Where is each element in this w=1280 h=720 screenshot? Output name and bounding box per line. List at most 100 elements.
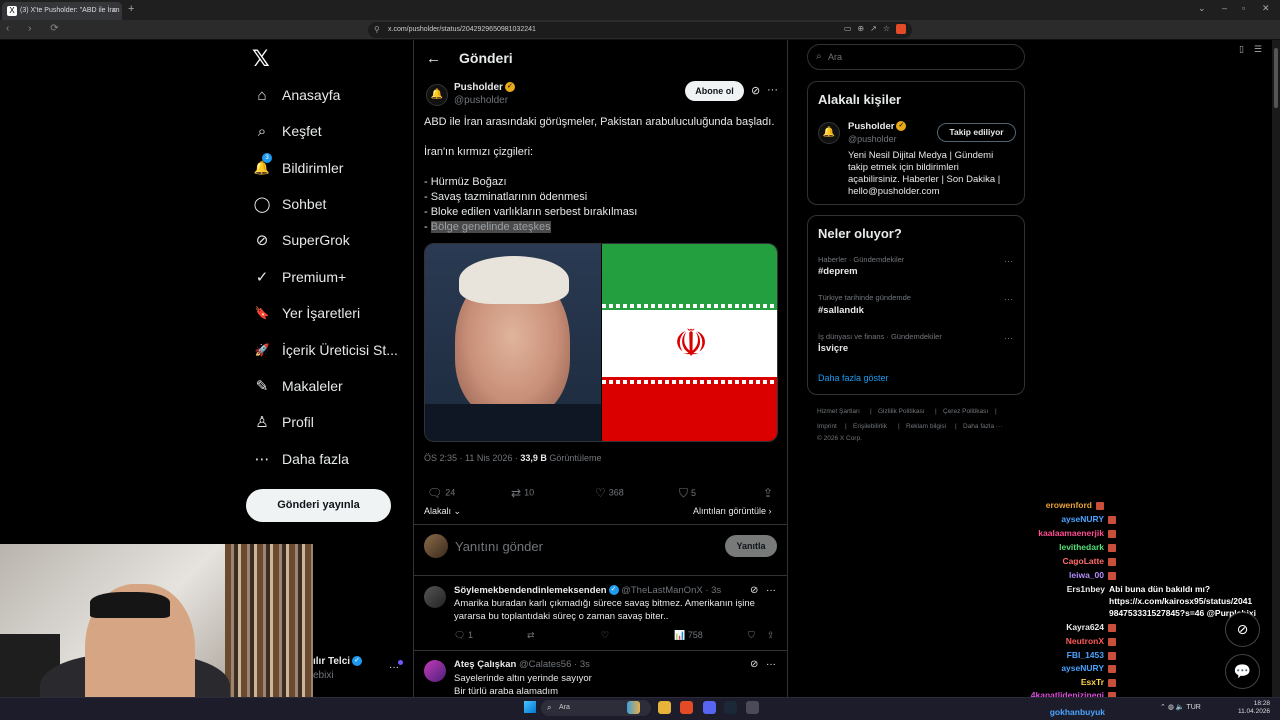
footer-link[interactable]: Daha fazla ··· xyxy=(963,423,1002,430)
steam-icon[interactable] xyxy=(724,701,737,714)
file-explorer-icon[interactable] xyxy=(658,701,671,714)
reply-avatar[interactable] xyxy=(424,660,446,682)
person-name[interactable]: Pusholder ✓ xyxy=(848,121,907,132)
new-tab-button[interactable]: + xyxy=(128,3,134,15)
show-more-link[interactable]: Daha fazla göster xyxy=(818,373,889,383)
sort-dropdown[interactable]: Alakalı ⌄ xyxy=(424,506,461,517)
chat-username: erowenford xyxy=(1045,500,1092,510)
reply-action[interactable]: 🗨 24 xyxy=(427,486,455,500)
brave-browser-icon[interactable] xyxy=(680,701,693,714)
reply-avatar[interactable] xyxy=(424,586,446,608)
x-logo-icon[interactable]: 𝕏 xyxy=(252,46,270,72)
view-quotes-link[interactable]: Alıntıları görüntüle › xyxy=(693,506,772,516)
scrollbar-thumb[interactable] xyxy=(1274,48,1278,108)
trend-more-icon[interactable]: ··· xyxy=(1004,256,1013,266)
reply-author[interactable]: Söylemekbendendinlemeksenden ✓ @TheLastMa… xyxy=(454,585,721,596)
footer-link[interactable]: Çerez Politikası xyxy=(943,408,988,415)
like-action[interactable]: ♡ 368 xyxy=(595,486,624,500)
discord-icon[interactable] xyxy=(703,701,716,714)
footer-link[interactable]: Reklam bilgisi xyxy=(906,423,946,430)
person-handle[interactable]: @pusholder xyxy=(848,134,897,144)
browser-menu-icons[interactable]: ▯☰ xyxy=(1239,44,1272,55)
nav-home[interactable]: ⌂ Anasayfa xyxy=(252,80,340,110)
windows-start-icon[interactable] xyxy=(524,701,536,713)
reply-views[interactable]: 📊 758 xyxy=(674,630,703,641)
bookmark-action[interactable]: ⛉ 5 xyxy=(679,486,696,501)
keyboard-language[interactable]: TUR xyxy=(1186,704,1200,711)
reply-input[interactable]: Yanıtını gönder xyxy=(455,539,543,554)
bookmark-icon[interactable]: ☆ xyxy=(883,24,896,33)
url-field[interactable]: ⚲ x.com/pusholder/status/204292965098103… xyxy=(368,22,912,38)
grok-icon[interactable]: ⊘ xyxy=(751,84,760,97)
author-handle[interactable]: @pusholder xyxy=(454,95,508,106)
minimize-icon[interactable]: – xyxy=(1222,3,1227,13)
close-window-icon[interactable]: ✕ xyxy=(1262,3,1270,14)
post-button[interactable]: Gönderi yayınla xyxy=(246,489,391,522)
search-input[interactable]: ⌕ Ara xyxy=(807,44,1025,70)
page-scrollbar[interactable] xyxy=(1272,40,1280,720)
footer-link[interactable]: Hizmet Şartları xyxy=(817,408,860,415)
tweet-media[interactable]: ☫ xyxy=(424,243,778,442)
repost-action[interactable]: ⇄ 10 xyxy=(511,486,534,500)
nav-more[interactable]: ⋯ Daha fazla xyxy=(252,444,349,474)
nav-creator-studio[interactable]: 🚀 İçerik Üreticisi St... xyxy=(252,335,398,365)
chevron-down-icon[interactable]: ⌄ xyxy=(1198,3,1206,14)
nav-notifications[interactable]: 🔔 3 Bildirimler xyxy=(252,153,343,183)
zoom-icon[interactable]: ⊕ xyxy=(857,24,870,33)
taskbar-clock[interactable]: 18:28 11.04.2026 xyxy=(1238,700,1270,716)
share-action[interactable]: ⇪ xyxy=(763,486,776,500)
nav-premium[interactable]: ✓ Premium+ xyxy=(252,262,346,292)
nav-chat[interactable]: ◯ Sohbet xyxy=(252,189,327,219)
grok-fab-icon[interactable]: ⊘ xyxy=(1225,612,1260,647)
nav-buttons[interactable]: ‹ › ⟳ xyxy=(6,23,67,34)
footer-link[interactable]: Gizlilik Politikası xyxy=(878,408,925,415)
nav-articles[interactable]: ✎ Makaleler xyxy=(252,371,343,401)
obs-icon[interactable] xyxy=(746,701,759,714)
author-avatar[interactable]: 🔔 xyxy=(426,84,448,106)
reply-bookmark-action[interactable]: ⛉ xyxy=(748,630,755,641)
back-arrow-icon[interactable]: ← xyxy=(426,50,441,67)
reply-like-action[interactable]: ♡ xyxy=(601,630,609,641)
reply-button[interactable]: Yanıtla xyxy=(725,535,777,557)
cast-icon[interactable]: ▭ xyxy=(844,24,858,33)
site-info-icon[interactable]: ⚲ xyxy=(374,25,380,34)
reply-repost-action[interactable]: ⇄ xyxy=(527,630,535,641)
brave-shield-icon[interactable] xyxy=(896,24,906,34)
trend-more-icon[interactable]: ··· xyxy=(1004,294,1013,304)
tray-chevron-icon[interactable]: ⌃ xyxy=(1160,704,1168,711)
maximize-icon[interactable]: ▫ xyxy=(1242,3,1245,13)
account-switcher-name[interactable]: ılır Telci ✓ xyxy=(313,656,363,667)
trend-more-icon[interactable]: ··· xyxy=(1004,333,1013,343)
nav-bookmarks[interactable]: 🔖 Yer İşaretleri xyxy=(252,298,361,328)
browser-tab[interactable]: X (3) X'te Pusholder: "ABD ile İran × xyxy=(2,2,122,20)
grok-icon[interactable]: ⊘ xyxy=(750,659,758,670)
reply-reply-action[interactable]: 🗨 1 xyxy=(454,630,473,641)
trend-tag[interactable]: İsviçre xyxy=(818,343,848,354)
grok-icon[interactable]: ⊘ xyxy=(750,585,758,596)
trend-tag[interactable]: #sallandık xyxy=(818,305,864,316)
subscribe-button[interactable]: Abone ol xyxy=(685,81,744,101)
person-avatar[interactable]: 🔔 xyxy=(818,122,840,144)
more-options-icon[interactable]: ··· xyxy=(767,84,778,96)
nav-profile[interactable]: ♙ Profil xyxy=(252,407,314,437)
system-tray[interactable]: ⌃ ◍ 🔈 TUR xyxy=(1160,703,1201,711)
nav-supergrok[interactable]: ⊘ SuperGrok xyxy=(252,225,350,255)
tweet-time[interactable]: ÖS 2:35 · 11 Nis 2026 · xyxy=(424,453,520,463)
reply-share-action[interactable]: ⇪ xyxy=(767,630,775,641)
following-button[interactable]: Takip ediliyor xyxy=(937,123,1016,142)
more-options-icon[interactable]: ··· xyxy=(766,585,776,596)
close-tab-icon[interactable]: × xyxy=(112,5,117,15)
trend-tag[interactable]: #deprem xyxy=(818,266,858,277)
reply-author[interactable]: Ateş Çalışkan @Calates56 · 3s xyxy=(454,659,590,670)
author-name[interactable]: Pusholder ✓ xyxy=(454,82,515,93)
share-icon[interactable]: ↗ xyxy=(870,24,883,33)
wifi-icon[interactable]: ◍ xyxy=(1168,704,1176,711)
person-bio-line[interactable]: hello@pusholder.com xyxy=(848,186,940,197)
nav-explore[interactable]: ⌕ Keşfet xyxy=(252,116,322,146)
speaker-icon[interactable]: 🔈 xyxy=(1176,704,1187,711)
messages-fab-icon[interactable]: 💬 xyxy=(1225,654,1260,689)
footer-link[interactable]: Erişilebilirlik xyxy=(853,423,887,430)
footer-link[interactable]: Imprint xyxy=(817,423,837,430)
more-options-icon[interactable]: ··· xyxy=(766,659,776,670)
taskbar-widget-icon[interactable] xyxy=(627,701,640,714)
